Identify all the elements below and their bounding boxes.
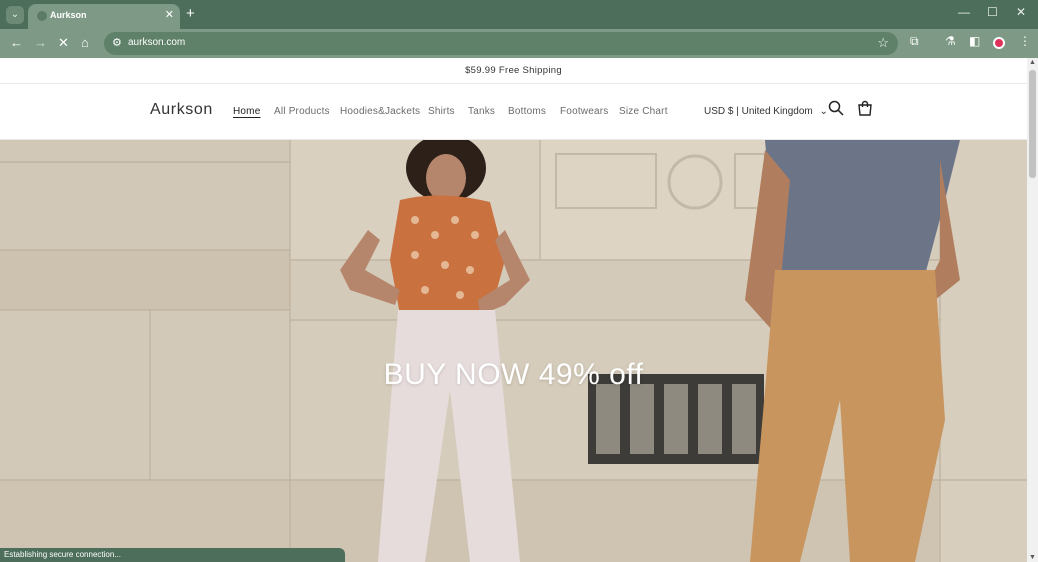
maximize-icon[interactable]: ☐	[987, 5, 998, 19]
tab-strip: ⌄ Aurkson ✕ + — ☐ ✕	[0, 0, 1038, 29]
page-viewport: $59.99 Free Shipping Aurkson Home All Pr…	[0, 58, 1038, 562]
menu-icon[interactable]: ⋮	[1019, 34, 1031, 48]
nav-all-products[interactable]: All Products	[274, 106, 330, 117]
search-icon[interactable]	[828, 100, 844, 116]
tab-favicon	[37, 11, 47, 21]
tab-title: Aurkson	[50, 10, 87, 20]
cart-icon[interactable]	[857, 100, 873, 116]
nav-home[interactable]: Home	[233, 106, 260, 117]
close-icon[interactable]: ✕	[165, 8, 174, 21]
nav-shirts[interactable]: Shirts	[428, 106, 455, 117]
tab-search-icon[interactable]: ⌄	[6, 6, 24, 24]
star-icon[interactable]: ☆	[877, 35, 889, 51]
announcement-bar: $59.99 Free Shipping	[0, 58, 1027, 84]
chevron-down-icon: ⌄	[819, 106, 828, 117]
scroll-thumb[interactable]	[1029, 70, 1036, 178]
stop-icon[interactable]: ✕	[58, 35, 69, 51]
nav-footwears[interactable]: Footwears	[560, 106, 609, 117]
minimize-icon[interactable]: —	[958, 5, 970, 19]
status-text: Establishing secure connection...	[4, 550, 121, 559]
hero-banner[interactable]: BUY NOW 49% off	[0, 140, 1027, 562]
site-logo[interactable]: Aurkson	[150, 101, 213, 119]
address-bar[interactable]: ⚙ aurkson.com ☆	[104, 32, 898, 55]
nav-size-chart[interactable]: Size Chart	[619, 106, 668, 117]
side-panel-icon[interactable]: ◧	[969, 34, 980, 48]
hero-image	[0, 140, 1027, 562]
site-header: Aurkson Home All Products Hoodies&Jacket…	[0, 85, 1027, 140]
scroll-up-icon[interactable]: ▲	[1029, 59, 1036, 66]
hero-headline: BUY NOW 49% off	[383, 358, 644, 391]
extensions-icon[interactable]: ⧉	[910, 34, 919, 49]
scrollbar[interactable]: ▲ ▼	[1027, 58, 1038, 562]
plus-icon[interactable]: +	[186, 5, 195, 22]
profile-icon[interactable]	[993, 37, 1005, 49]
scroll-down-icon[interactable]: ▼	[1029, 554, 1036, 561]
forward-icon[interactable]: →	[34, 35, 47, 50]
currency-selector[interactable]: USD $ | United Kingdom ⌄	[704, 106, 828, 117]
currency-label: USD $ | United Kingdom	[704, 106, 813, 117]
status-bar: Establishing secure connection...	[0, 548, 345, 562]
tab-aurkson[interactable]: Aurkson ✕	[28, 4, 180, 29]
url-text[interactable]: aurkson.com	[128, 37, 185, 48]
nav-hoodies-jackets[interactable]: Hoodies&Jackets	[340, 106, 420, 117]
nav-tanks[interactable]: Tanks	[468, 106, 495, 117]
home-icon[interactable]: ⌂	[81, 35, 89, 50]
labs-icon[interactable]: ⚗	[945, 34, 956, 48]
nav-bottoms[interactable]: Bottoms	[508, 106, 546, 117]
close-window-icon[interactable]: ✕	[1016, 5, 1026, 19]
browser-toolbar: ← → ✕ ⌂ ⚙ aurkson.com ☆ ⧉ ⚗ ◧ ⋮	[0, 29, 1038, 58]
back-icon[interactable]: ←	[10, 35, 23, 50]
site-info-icon[interactable]: ⚙	[112, 36, 122, 49]
